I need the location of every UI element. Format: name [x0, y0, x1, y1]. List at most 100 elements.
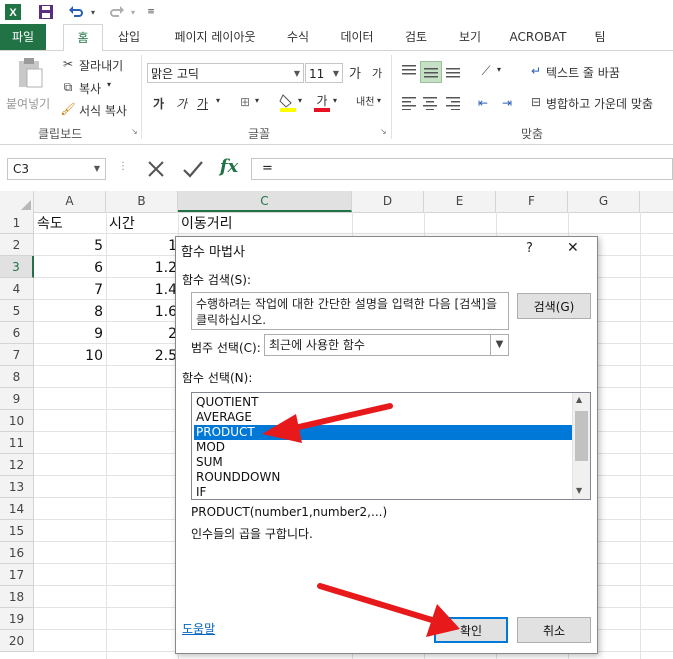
redo-dropdown-icon[interactable]: ▾ — [128, 3, 138, 21]
scroll-down-icon[interactable]: ▼ — [576, 486, 582, 495]
row-header-17[interactable]: 17 — [0, 564, 34, 586]
cell-b7[interactable]: 2.5 — [107, 345, 177, 367]
tab-home[interactable]: 홈 — [63, 24, 103, 52]
undo-icon[interactable] — [66, 3, 86, 21]
row-header-3[interactable]: 3 — [0, 256, 34, 278]
align-right-icon[interactable] — [443, 93, 463, 113]
function-item[interactable]: SUM — [194, 455, 574, 470]
tab-formulas[interactable]: 수식 — [277, 24, 319, 50]
cell-b2[interactable]: 1 — [107, 235, 177, 257]
underline-dropdown-icon[interactable]: ▾ — [216, 96, 220, 105]
select-all-corner[interactable] — [0, 191, 34, 212]
borders-dropdown-icon[interactable]: ▾ — [255, 96, 259, 105]
row-header-7[interactable]: 7 — [0, 344, 34, 366]
help-link[interactable]: 도움말 — [182, 620, 215, 637]
function-item[interactable]: PRODUCT — [194, 425, 574, 440]
decrease-indent-icon[interactable]: ⇤ — [472, 93, 494, 113]
cell-a5[interactable]: 8 — [35, 301, 103, 323]
tab-insert[interactable]: 삽입 — [110, 24, 148, 50]
grow-font-button[interactable]: 가 — [349, 63, 361, 82]
chevron-down-icon[interactable]: ▼ — [490, 335, 508, 355]
cell-c1[interactable]: 이동거리 — [179, 213, 351, 235]
cell-b4[interactable]: 1.4 — [107, 279, 177, 301]
cell-b6[interactable]: 2 — [107, 323, 177, 345]
row-header-1[interactable]: 1 — [0, 212, 34, 234]
borders-icon[interactable]: ⊞ — [236, 93, 254, 111]
column-header-c[interactable]: C — [178, 191, 352, 212]
category-select[interactable]: 최근에 사용한 함수 ▼ — [264, 334, 509, 356]
column-header-e[interactable]: E — [424, 191, 496, 212]
increase-indent-icon[interactable]: ⇥ — [496, 93, 518, 113]
confirm-entry-icon[interactable] — [176, 158, 210, 180]
row-header-2[interactable]: 2 — [0, 234, 34, 256]
cell-a3[interactable]: 6 — [35, 257, 103, 279]
function-item[interactable]: AVERAGE — [194, 410, 574, 425]
phonetic-button[interactable]: 내천 — [356, 93, 374, 108]
ok-button[interactable]: 확인 — [434, 617, 508, 643]
formula-input[interactable]: = — [251, 158, 673, 180]
undo-dropdown-icon[interactable]: ▾ — [88, 3, 98, 21]
align-middle-icon[interactable] — [420, 61, 442, 83]
row-header-18[interactable]: 18 — [0, 586, 34, 608]
scrollbar-thumb[interactable] — [575, 411, 588, 461]
clipboard-launcher-icon[interactable]: ↘ — [131, 127, 138, 136]
column-header-b[interactable]: B — [106, 191, 178, 212]
formula-bar-handle-icon[interactable]: ⋮ — [118, 161, 128, 172]
tab-review[interactable]: 검토 — [393, 24, 439, 50]
row-header-19[interactable]: 19 — [0, 608, 34, 630]
fill-color-icon[interactable] — [279, 91, 297, 113]
function-item[interactable]: QUOTIENT — [194, 395, 574, 410]
row-header-12[interactable]: 12 — [0, 454, 34, 476]
column-header-a[interactable]: A — [34, 191, 106, 212]
cell-a4[interactable]: 7 — [35, 279, 103, 301]
font-color-dropdown-icon[interactable]: ▾ — [333, 96, 337, 105]
phonetic-dropdown-icon[interactable]: ▾ — [377, 96, 381, 105]
column-header-f[interactable]: F — [496, 191, 568, 212]
function-list[interactable]: QUOTIENT AVERAGE PRODUCT MOD SUM ROUNDDOWN IF … — [191, 392, 591, 500]
cancel-button[interactable]: 취소 — [517, 617, 591, 643]
row-header-10[interactable]: 10 — [0, 410, 34, 432]
function-item[interactable]: MOD — [194, 440, 574, 455]
search-function-input[interactable]: 수행하려는 작업에 대한 간단한 설명을 입력한 다음 [검색]을 클릭하십시오… — [191, 292, 509, 330]
fill-color-dropdown-icon[interactable]: ▾ — [298, 96, 302, 105]
tab-file[interactable]: 파일 — [0, 24, 46, 50]
copy-dropdown-icon[interactable]: ▾ — [107, 80, 111, 89]
paste-icon[interactable] — [14, 55, 46, 91]
cell-a2[interactable]: 5 — [35, 235, 103, 257]
column-header-g[interactable]: G — [568, 191, 640, 212]
row-header-5[interactable]: 5 — [0, 300, 34, 322]
function-item[interactable]: IF — [194, 485, 574, 499]
customize-icon[interactable]: ≡ — [145, 3, 157, 21]
tab-view[interactable]: 보기 — [449, 24, 491, 50]
cell-a6[interactable]: 9 — [35, 323, 103, 345]
save-icon[interactable] — [36, 3, 56, 21]
cell-a1[interactable]: 속도 — [35, 213, 105, 235]
cell-a7[interactable]: 10 — [35, 345, 103, 367]
column-header-d[interactable]: D — [352, 191, 424, 212]
align-bottom-icon[interactable] — [443, 61, 463, 81]
align-left-icon[interactable] — [399, 93, 419, 113]
name-box[interactable]: C3 ▼ — [7, 158, 106, 180]
font-name-combo[interactable]: 맑은 고딕 ▼ — [147, 63, 304, 83]
row-header-14[interactable]: 14 — [0, 498, 34, 520]
tab-page-layout[interactable]: 페이지 레이아웃 — [163, 24, 267, 50]
orientation-icon[interactable]: ⟋ — [475, 61, 497, 81]
cell-b1[interactable]: 시간 — [107, 213, 177, 235]
shrink-font-button[interactable]: 가 — [372, 65, 382, 81]
close-icon[interactable]: ✕ — [567, 240, 579, 256]
scroll-up-icon[interactable]: ▲ — [576, 395, 582, 404]
redo-icon[interactable] — [107, 3, 127, 21]
underline-button[interactable]: 가 — [197, 95, 208, 112]
row-header-4[interactable]: 4 — [0, 278, 34, 300]
align-center-icon[interactable] — [420, 93, 440, 113]
search-button[interactable]: 검색(G) — [517, 293, 591, 319]
help-icon[interactable]: ? — [526, 241, 533, 256]
font-launcher-icon[interactable]: ↘ — [380, 127, 387, 136]
row-header-8[interactable]: 8 — [0, 366, 34, 388]
cell-b3[interactable]: 1.2 — [107, 257, 177, 279]
bold-button[interactable]: 가 — [153, 95, 164, 112]
orientation-dropdown-icon[interactable]: ▾ — [497, 65, 501, 74]
row-header-15[interactable]: 15 — [0, 520, 34, 542]
tab-acrobat[interactable]: ACROBAT — [501, 24, 575, 50]
merge-center-button[interactable]: 병합하고 가운데 맞춤 — [546, 95, 653, 112]
